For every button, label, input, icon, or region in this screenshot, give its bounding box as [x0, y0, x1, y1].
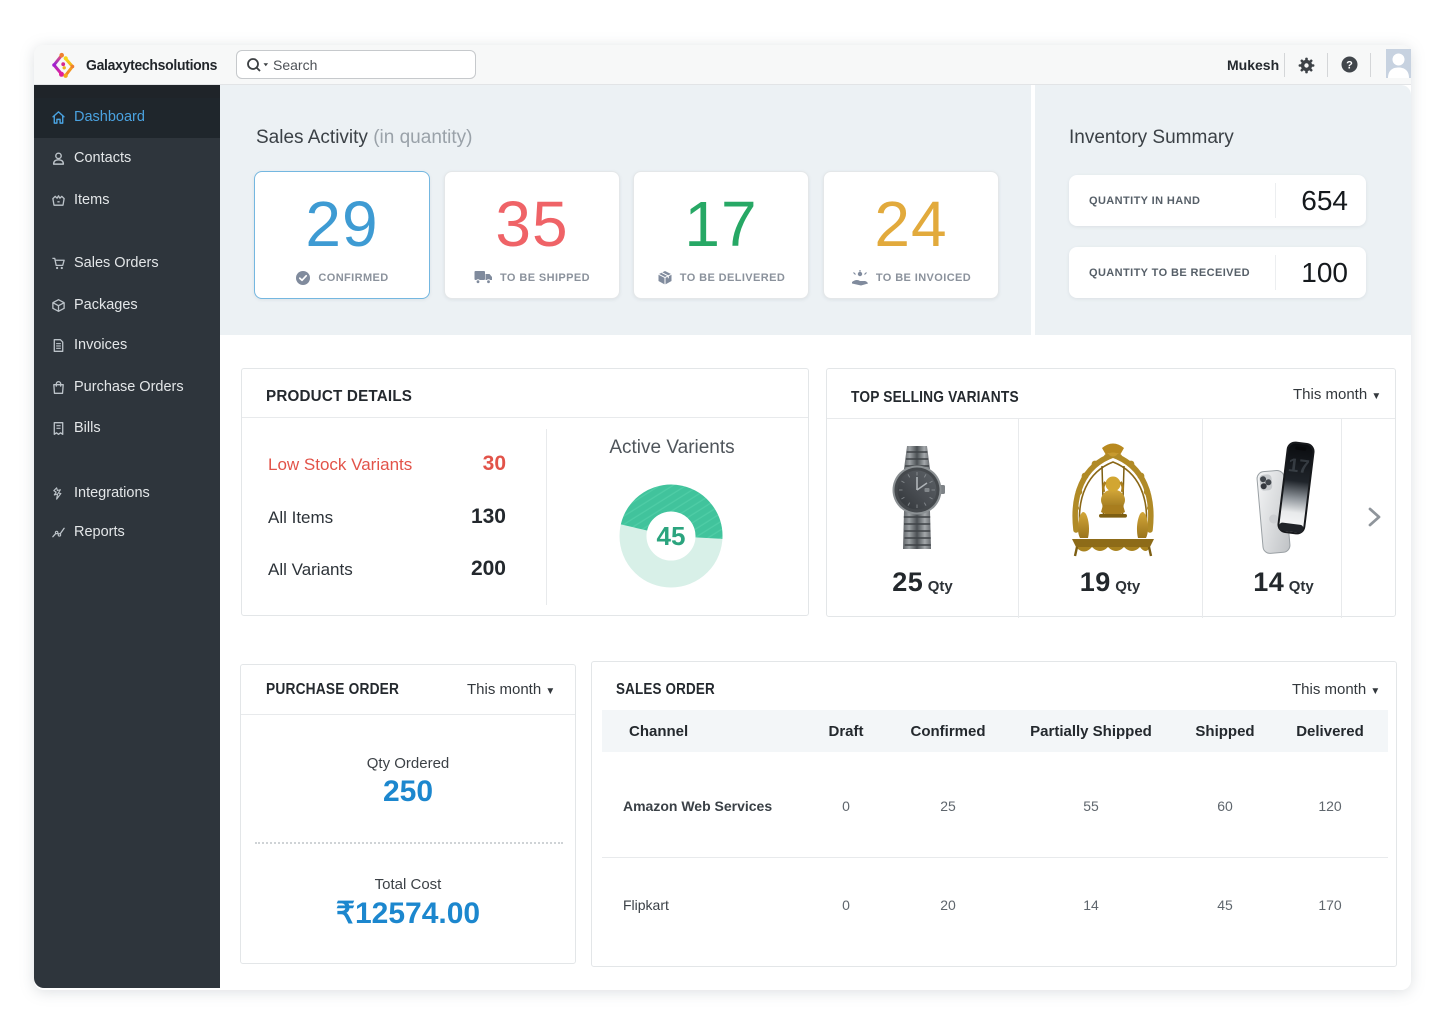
- svg-text:45: 45: [657, 521, 686, 551]
- svg-text:17: 17: [1287, 455, 1311, 478]
- svg-text:?: ?: [1346, 59, 1353, 71]
